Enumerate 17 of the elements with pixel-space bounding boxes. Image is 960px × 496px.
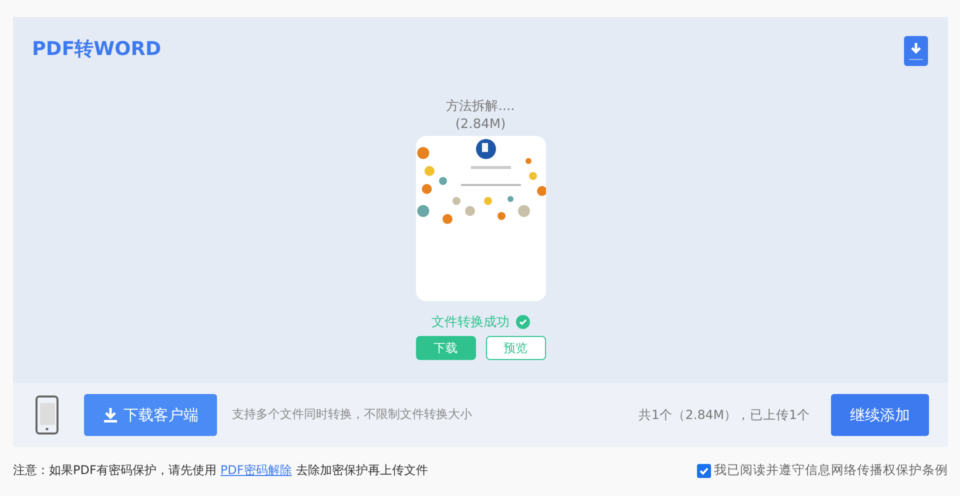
add-more-button[interactable]: 继续添加: [831, 394, 929, 436]
upload-summary: 共1个（2.84M），已上传1个: [638, 406, 810, 424]
download-icon[interactable]: [903, 35, 929, 67]
file-name: 方法拆解....: [446, 98, 515, 115]
preview-button[interactable]: 预览: [486, 336, 546, 360]
phone-icon: [35, 395, 59, 435]
download-icon: [102, 407, 118, 423]
file-size: (2.84M): [455, 117, 506, 132]
password-removal-link[interactable]: PDF密码解除: [220, 463, 292, 477]
download-client-button[interactable]: 下载客户端: [84, 394, 217, 436]
download-button[interactable]: 下载: [416, 336, 476, 360]
agreement-label: 我已阅读并遵守信息网络传播权保护条例: [714, 462, 948, 479]
notice-text: 注意：如果PDF有密码保护，请先使用 PDF密码解除 去除加密保护再上传文件: [13, 462, 428, 479]
page-title: PDF转WORD: [32, 37, 162, 62]
hint-text: 支持多个文件同时转换，不限制文件转换大小: [231, 406, 472, 423]
agreement-checkbox[interactable]: [697, 464, 711, 478]
status-text: 文件转换成功: [432, 314, 510, 331]
